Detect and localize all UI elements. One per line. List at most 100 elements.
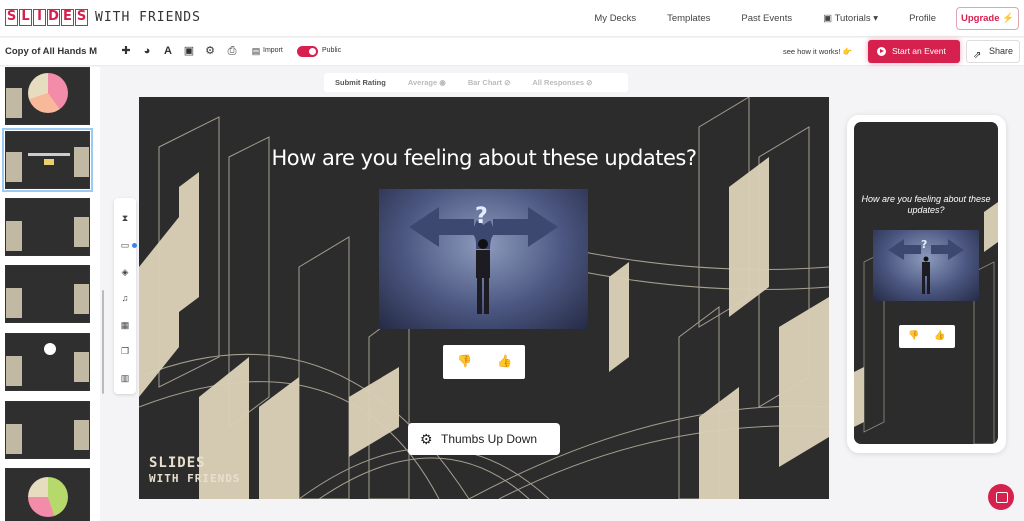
thumb-decoration <box>74 420 89 450</box>
result-view-tabs: Submit Rating Average ◉ Bar Chart ⊘ All … <box>324 73 628 92</box>
mobile-preview: How are you feeling about these updates?… <box>847 115 1006 453</box>
deck-title[interactable]: Copy of All Hands M <box>5 46 97 57</box>
copy-icon[interactable]: ❐ <box>119 345 131 357</box>
image-icon[interactable]: ▣ <box>182 44 196 58</box>
app-logo[interactable]: S L I D E S WITH FRIENDS <box>5 9 201 26</box>
play-icon <box>877 47 886 56</box>
import-label[interactable]: Import <box>263 47 283 54</box>
tab-average-label: Average <box>407 78 438 87</box>
mobile-thumbs-rating: 👎 👍 <box>899 325 955 348</box>
hourglass-icon[interactable]: ⧗ <box>119 212 131 224</box>
logo-letter: S <box>5 9 18 26</box>
upgrade-label: Upgrade <box>960 13 1000 24</box>
music-icon[interactable]: ♫ <box>119 292 131 304</box>
logo-letter: S <box>75 9 88 26</box>
tab-all-responses[interactable]: All Responses ⊘ <box>532 78 592 87</box>
slide-side-toolbar: ⧗ ▭ ◈ ♫ ▦ ❐ ▥ <box>114 198 136 394</box>
thumbs-up-icon: 👍 <box>934 330 946 340</box>
slide-canvas[interactable]: How are you feeling about these updates?… <box>139 97 829 499</box>
thumbs-down-icon: 👎 <box>908 330 920 340</box>
nav-tutorials[interactable]: ▣ Tutorials ▾ <box>823 13 878 24</box>
nav-profile[interactable]: Profile <box>909 13 936 24</box>
crossroads-illustration: ? <box>888 238 964 294</box>
slide-thumbnail[interactable] <box>5 198 90 256</box>
thumb-pie-chart <box>28 73 68 113</box>
thumb-decoration <box>74 352 89 382</box>
watermark-line: WITH FRIENDS <box>149 472 241 485</box>
slide-thumbnail[interactable] <box>5 468 90 521</box>
palette-icon[interactable]: ◕ <box>140 44 154 58</box>
text-icon[interactable]: A <box>161 44 175 58</box>
share-button[interactable]: ⇗ Share <box>966 40 1020 63</box>
thumbnail-scrollbar[interactable] <box>102 290 104 394</box>
question-type-label: Thumbs Up Down <box>441 432 538 446</box>
chat-icon[interactable] <box>988 484 1014 510</box>
tab-bar-chart[interactable]: Bar Chart ⊘ <box>468 78 511 87</box>
upgrade-button[interactable]: Upgrade ⚡ <box>956 7 1019 30</box>
nav-tutorials-label: Tutorials <box>834 13 871 24</box>
logo-letter: I <box>33 9 46 26</box>
thumbs-up-icon[interactable]: 👍 <box>497 354 512 368</box>
thumb-decoration <box>74 284 89 314</box>
logo-letter: D <box>47 9 60 26</box>
paint-bucket-icon[interactable]: ◈ <box>119 266 131 278</box>
thumbs-down-icon[interactable]: 👎 <box>457 354 472 368</box>
slide-image[interactable]: ? <box>379 189 588 329</box>
tab-submit-rating[interactable]: Submit Rating <box>335 78 386 87</box>
slide-question[interactable]: How are you feeling about these updates? <box>139 146 829 170</box>
watermark-line: SLIDES <box>149 455 206 471</box>
thumb-decoration <box>6 221 22 251</box>
thumb-decoration <box>74 147 89 177</box>
eye-icon: ◉ <box>439 78 446 87</box>
slide-thumbnail[interactable] <box>5 401 90 459</box>
media-icon[interactable]: ▭ <box>119 239 131 251</box>
public-label: Public <box>322 47 342 54</box>
slide-thumbnails <box>0 67 100 521</box>
gear-icon[interactable]: ⚙ <box>203 44 217 58</box>
thumb-decoration <box>6 288 22 318</box>
gear-icon: ⚙ <box>420 431 433 447</box>
thumbs-rating-preview[interactable]: 👎 👍 <box>443 345 525 379</box>
printer-icon[interactable]: ⎙ <box>225 44 239 58</box>
logo-letter: L <box>19 9 32 26</box>
thumb-image <box>44 343 56 355</box>
mobile-preview-screen: How are you feeling about these updates?… <box>854 122 998 444</box>
thumb-decoration <box>6 356 22 386</box>
tab-all-responses-label: All Responses <box>532 78 585 87</box>
trash-icon[interactable]: ▥ <box>119 372 131 384</box>
mobile-image: ? <box>873 230 979 301</box>
start-event-label: Start an Event <box>892 46 946 56</box>
how-it-works-link[interactable]: see how it works! 👉 <box>783 47 852 56</box>
media-indicator <box>132 243 137 248</box>
nav-templates[interactable]: Templates <box>667 13 710 24</box>
nav-past-events[interactable]: Past Events <box>741 13 792 24</box>
svg-text:?: ? <box>921 238 927 251</box>
thumb-pie-chart <box>28 477 68 517</box>
logo-letter: E <box>61 9 74 26</box>
public-toggle[interactable] <box>297 46 318 57</box>
lock-icon[interactable]: ▦ <box>119 319 131 331</box>
plus-icon[interactable]: ✚ <box>119 44 133 58</box>
nav-my-decks[interactable]: My Decks <box>594 13 636 24</box>
slide-watermark-logo: SLIDES WITH FRIENDS <box>149 455 240 487</box>
crossroads-illustration: ? <box>409 204 558 314</box>
thumb-decoration <box>6 152 22 182</box>
import-icon[interactable]: ▤ <box>249 44 263 58</box>
eye-off-icon: ⊘ <box>504 78 511 87</box>
slide-thumbnail-selected[interactable] <box>2 128 93 192</box>
top-nav: S L I D E S WITH FRIENDS My Decks Templa… <box>0 0 1024 37</box>
share-icon: ⇗ <box>973 50 982 61</box>
slide-thumbnail[interactable] <box>5 333 90 391</box>
editor-toolbar: Copy of All Hands M ✚ ◕ A ▣ ⚙ ⎙ ▤ Import… <box>0 38 1024 66</box>
question-type-button[interactable]: ⚙ Thumbs Up Down <box>408 423 560 455</box>
thumb-image <box>44 159 54 165</box>
thumb-title <box>28 153 70 156</box>
start-event-button[interactable]: Start an Event <box>868 40 960 63</box>
slide-thumbnail[interactable] <box>5 67 90 125</box>
thumb-decoration <box>6 424 22 454</box>
thumb-decoration <box>74 217 89 247</box>
eye-off-icon: ⊘ <box>586 78 593 87</box>
tab-average[interactable]: Average ◉ <box>408 78 446 87</box>
slide-thumbnail[interactable] <box>5 265 90 323</box>
how-it-works-label: see how it works! <box>783 47 841 56</box>
